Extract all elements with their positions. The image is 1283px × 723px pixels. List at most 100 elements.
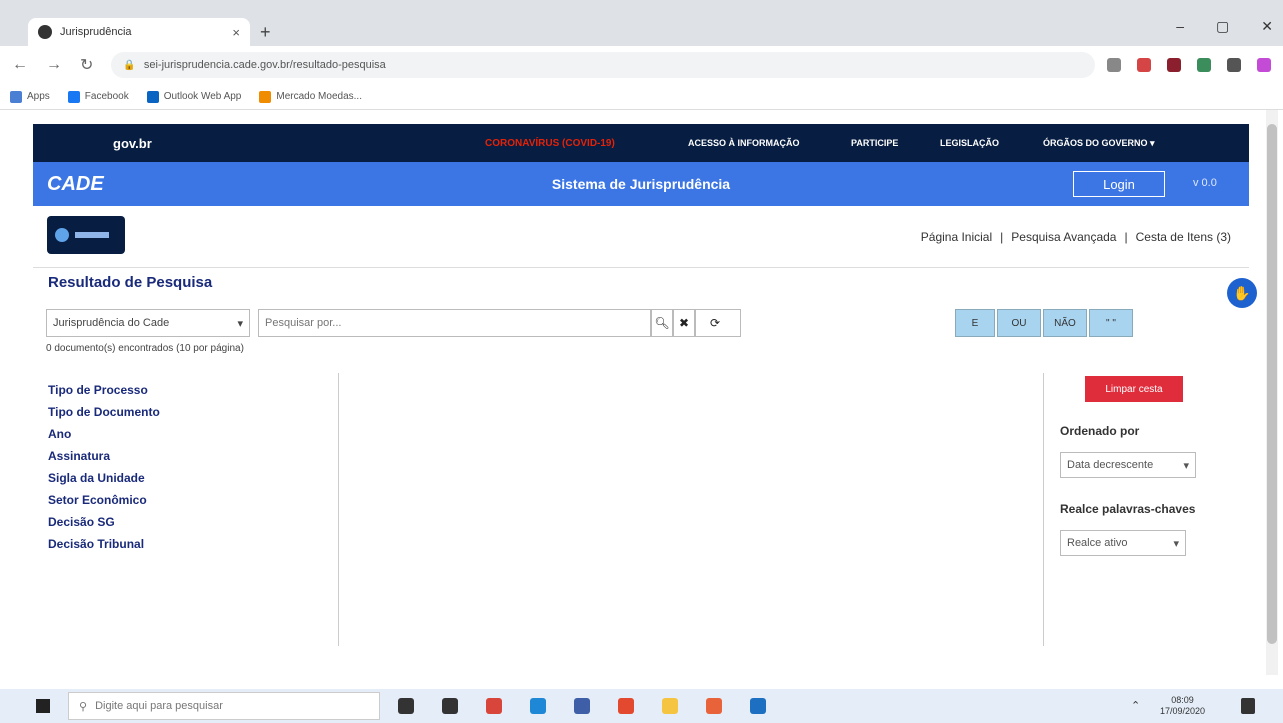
pen-icon[interactable] [1137,58,1151,72]
login-button[interactable]: Login [1073,171,1165,197]
search-button[interactable]: 🔍︎ [651,309,673,337]
stop-icon[interactable] [1167,58,1181,72]
scrollbar-thumb[interactable] [1267,124,1277,644]
logo-mark-icon [55,228,69,242]
facet-decisao-tribunal[interactable]: Decisão Tribunal [48,533,160,555]
page-title: Resultado de Pesquisa [48,274,213,291]
forward-arrow-icon[interactable]: → [46,56,62,74]
nav-separator: | [1000,230,1004,244]
outlook-icon[interactable] [750,698,766,714]
right-divider [1043,373,1044,646]
tab-favicon-icon [38,25,52,39]
file-explorer-icon[interactable] [662,698,678,714]
extension-icon[interactable] [1197,58,1211,72]
page: Jurisprudência × + – ▢ ✕ ← → ↻ 🔒 sei-jur… [0,0,1283,723]
browser-tab-bar: Jurisprudência × + – ▢ ✕ [0,0,1283,46]
task-view-icon[interactable] [442,698,458,714]
operator-and-button[interactable]: E [955,309,995,337]
bookmark-item[interactable]: Outlook Web App [146,90,242,103]
gov-link-legislacao[interactable]: LEGISLAÇÃO [940,138,999,148]
chevron-down-icon: ▾ [1183,459,1189,472]
nav-basket-link[interactable]: Cesta de Itens (3) [1136,230,1231,244]
bookmark-item[interactable]: Mercado Moedas... [259,90,362,103]
windows-start-icon[interactable] [36,699,50,713]
system-title: Sistema de Jurisprudência [551,176,731,192]
cortana-icon[interactable] [398,698,414,714]
apps-grid-icon [10,90,22,103]
search-icon: ⚲ [79,700,88,713]
gov-br-bar: gov.br CORONAVÍRUS (COVID-19) ACESSO À I… [33,124,1249,162]
puzzle-icon[interactable] [1227,58,1241,72]
windows-taskbar: ⚲ Digite aqui para pesquisar ⌃ 08:09 17/… [0,689,1283,723]
chrome-icon[interactable] [486,698,502,714]
back-arrow-icon[interactable]: ← [12,56,28,74]
gov-link-orgaos[interactable]: ÓRGÃOS DO GOVERNO ▾ [1043,138,1155,149]
gov-link-acesso[interactable]: ACESSO À INFORMAÇÃO [688,138,800,148]
facet-tipo-processo[interactable]: Tipo de Processo [48,379,160,401]
gov-link-orgaos-label: ÓRGÃOS DO GOVERNO [1043,137,1148,148]
facet-assinatura[interactable]: Assinatura [48,445,160,467]
taskbar-search[interactable]: ⚲ Digite aqui para pesquisar [68,692,380,720]
lock-icon: 🔒 [123,59,136,71]
url-text: sei-jurisprudencia.cade.gov.br/resultado… [143,59,386,71]
operator-or-button[interactable]: OU [997,309,1041,337]
clear-search-button[interactable]: ✖ [673,309,695,337]
clear-basket-button[interactable]: Limpar cesta [1085,376,1183,402]
system-clock[interactable]: 08:09 17/09/2020 [1160,695,1205,717]
order-selected-value: Data decrescente [1067,459,1154,471]
facet-sigla-unidade[interactable]: Sigla da Unidade [48,467,160,489]
gov-br-logo[interactable]: gov.br [113,136,152,151]
extensions-area [1107,58,1271,72]
highlight-select[interactable]: Realce ativo ▾ [1060,530,1186,556]
nav-separator: | [1124,230,1128,244]
notification-icon[interactable] [1241,698,1255,714]
firefox-icon[interactable] [706,698,722,714]
new-tab-button[interactable]: + [260,22,271,43]
taskbar-search-placeholder: Digite aqui para pesquisar [95,700,223,712]
bookmark-label: Facebook [84,91,129,102]
bookmark-item[interactable]: Facebook [67,90,129,103]
facet-setor-economico[interactable]: Setor Econômico [48,489,160,511]
nav-home-link[interactable]: Página Inicial [921,230,992,244]
close-icon: ✖ [678,316,690,330]
star-icon[interactable] [1107,58,1121,72]
facet-decisao-sg[interactable]: Decisão SG [48,511,160,533]
operator-quotes-button[interactable]: " " [1089,309,1133,337]
left-divider [338,373,339,646]
search-input[interactable] [258,309,651,337]
accessibility-hand-icon[interactable]: ✋ [1227,278,1257,308]
order-select[interactable]: Data decrescente ▾ [1060,452,1196,478]
collection-select[interactable]: Jurisprudência do Cade ▾ [46,309,250,337]
minimize-button[interactable]: – [1176,18,1184,35]
window-controls: – ▢ ✕ [1176,18,1273,35]
address-bar-row: ← → ↻ 🔒 sei-jurisprudencia.cade.gov.br/r… [0,46,1283,84]
chevron-up-icon[interactable]: ⌃ [1131,699,1140,712]
close-window-button[interactable]: ✕ [1261,18,1273,35]
profile-icon[interactable] [1257,58,1271,72]
nav-advanced-search-link[interactable]: Pesquisa Avançada [1011,230,1116,244]
bookmarks-bar: Apps Facebook Outlook Web App Mercado Moeda… [0,84,1283,110]
chevron-down-icon: ▾ [237,317,243,330]
facet-tipo-documento[interactable]: Tipo de Documento [48,401,160,423]
maximize-button[interactable]: ▢ [1216,18,1229,35]
bookmark-item[interactable]: Apps [10,90,50,103]
url-field[interactable]: 🔒 sei-jurisprudencia.cade.gov.br/resulta… [111,52,1095,78]
operator-not-button[interactable]: NÃO [1043,309,1087,337]
edge-icon[interactable] [530,698,546,714]
facet-ano[interactable]: Ano [48,423,160,445]
reload-icon[interactable]: ↻ [80,55,93,75]
facet-list: Tipo de Processo Tipo de Documento Ano A… [48,379,160,555]
browser-tab[interactable]: Jurisprudência × [28,18,250,46]
cade-header: CADE Sistema de Jurisprudência Login v 0… [33,162,1249,206]
top-nav: Página Inicial | Pesquisa Avançada | Ces… [921,230,1231,244]
highlight-label: Realce palavras-chaves [1060,502,1196,516]
tab-close-icon[interactable]: × [232,25,240,40]
calculator-icon[interactable] [574,698,590,714]
bookmark-label: Outlook Web App [163,91,242,102]
gov-link-participe[interactable]: PARTICIPE [851,138,898,148]
office-icon[interactable] [618,698,634,714]
sei-logo[interactable] [47,216,125,254]
search-icon: 🔍︎ [654,316,670,330]
covid-link[interactable]: CORONAVÍRUS (COVID-19) [485,138,615,149]
refresh-search-button[interactable]: ⟳ [695,309,741,337]
